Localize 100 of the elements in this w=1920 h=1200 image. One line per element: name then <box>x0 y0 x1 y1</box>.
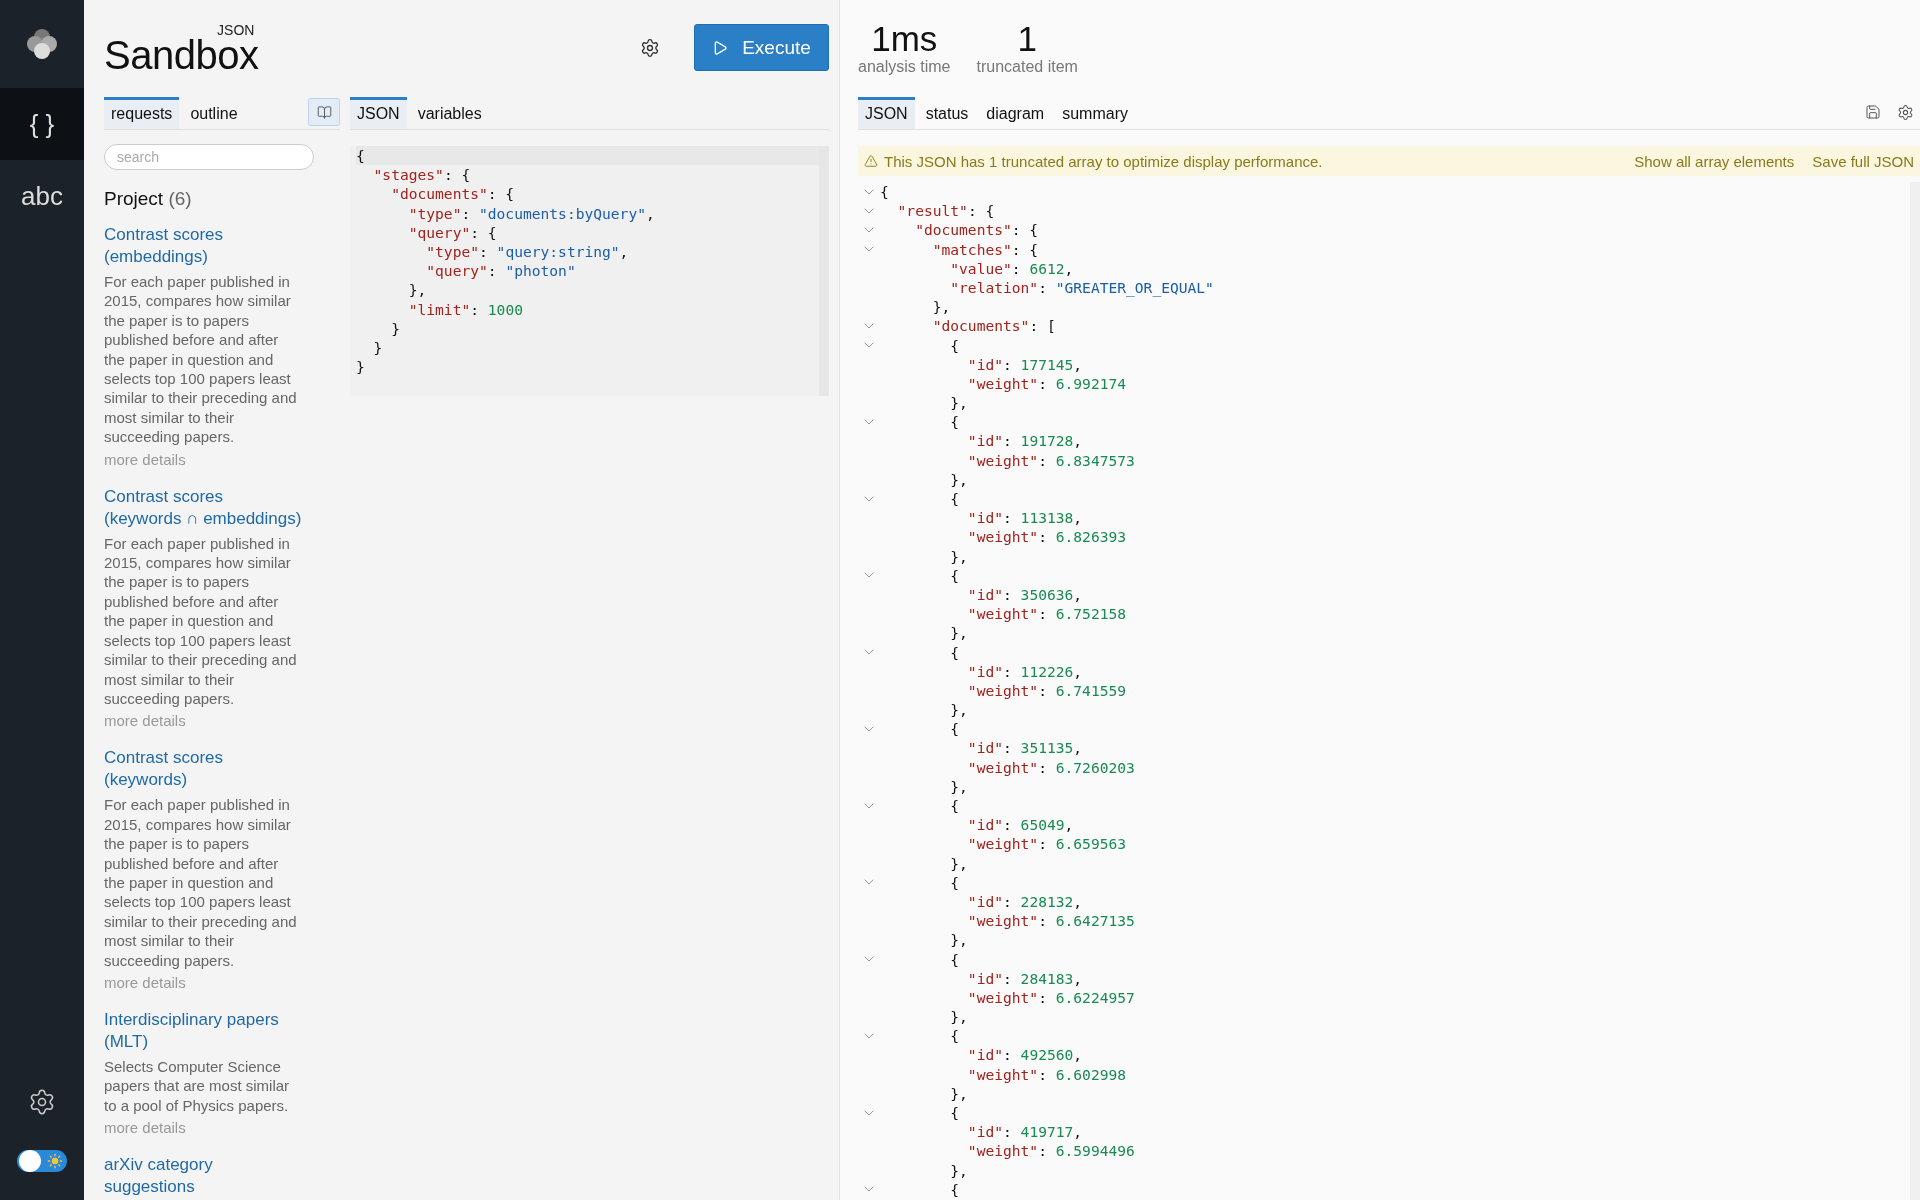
code-line: }, <box>949 930 968 950</box>
code-line: "id": 419717, <box>966 1122 1083 1142</box>
sidebar-tab[interactable]: requests <box>104 97 180 129</box>
code-line: { <box>949 489 960 509</box>
execute-button[interactable]: Execute <box>694 24 829 71</box>
code-line: }, <box>407 280 428 300</box>
logo-superscript: JSON <box>217 22 255 37</box>
code-line: "type": "documents:byQuery", <box>407 203 656 223</box>
code-line: { <box>949 1103 960 1123</box>
request-title-link[interactable]: Interdisciplinary papers (MLT) <box>104 1008 302 1053</box>
code-line: }, <box>949 700 968 720</box>
code-line: "id": 113138, <box>966 508 1083 528</box>
code-line: "weight": 6.6427135 <box>966 911 1135 931</box>
code-line: "weight": 6.752158 <box>966 604 1127 624</box>
play-icon <box>712 39 729 56</box>
code-line: "id": 65049, <box>966 815 1074 835</box>
settings-icon[interactable] <box>1897 104 1914 121</box>
editor-tab[interactable]: JSON <box>350 97 407 129</box>
code-line: { <box>949 719 960 739</box>
project-title: Project <box>104 188 164 209</box>
search-field[interactable]: search <box>104 144 314 170</box>
code-line: }, <box>949 393 968 413</box>
code-line: "type": "query:string", <box>425 242 630 262</box>
code-line: "weight": 6.992174 <box>966 373 1127 394</box>
result-tab[interactable]: diagram <box>979 97 1052 129</box>
settings-icon[interactable] <box>28 1088 56 1116</box>
code-line: "weight": 6.741559 <box>966 680 1127 701</box>
theme-toggle[interactable] <box>17 1150 67 1172</box>
code-line: "value": 6612, <box>949 258 1074 278</box>
code-line: "documents": [ <box>931 316 1056 336</box>
code-line: "id": 492560, <box>966 1045 1083 1065</box>
code-line: "weight": 6.5994496 <box>966 1141 1135 1161</box>
request-title-link[interactable]: Contrast scores (keywords ∩ embeddings) <box>104 485 302 530</box>
sidebar-tab[interactable]: outline <box>183 97 245 129</box>
code-line: "id": 350636, <box>966 584 1083 605</box>
code-line: { <box>880 182 889 202</box>
code-line: }, <box>949 1083 968 1103</box>
code-line: }, <box>949 776 968 796</box>
code-line: }, <box>949 853 968 873</box>
code-line: { <box>949 1026 960 1046</box>
stat-label: truncated item <box>976 57 1078 76</box>
code-line: }, <box>931 297 951 317</box>
request-description: For each paper published in 2015, compares how similar the paper is to papers published before and after the paper in question and selects top 100 papers least similar to their preceding and most similar to their succeeding papers. <box>104 272 298 447</box>
stat-label: analysis time <box>858 57 951 76</box>
code-line: "stages": { <box>372 165 472 185</box>
save-icon[interactable] <box>1865 104 1881 120</box>
code-line: "weight": 6.8347573 <box>966 450 1135 470</box>
code-line: { <box>949 949 960 969</box>
code-line: }, <box>949 469 968 489</box>
code-line: }, <box>949 1007 968 1027</box>
code-line: "query": "photon" <box>425 261 577 281</box>
code-line: "weight": 6.7260203 <box>966 757 1135 777</box>
code-line: "id": 351135, <box>966 738 1083 758</box>
code-editor[interactable]: { "stages": { "documents": { "type": "documents:byQuery", "query": { "type": "query:string", "query": "photon" }, "limit": 1000 } } } <box>350 146 829 397</box>
warning-message: This JSON has 1 truncated array to optimize display performance. <box>884 152 1324 170</box>
code-line: }, <box>949 623 968 643</box>
result-tab[interactable]: JSON <box>858 97 915 129</box>
code-line: { <box>949 796 960 816</box>
book-icon <box>316 104 332 120</box>
result-tab[interactable]: summary <box>1055 97 1135 129</box>
request-title-link[interactable]: Contrast scores (keywords) <box>104 747 302 792</box>
code-line: "query": { <box>407 222 498 242</box>
code-line: "limit": 1000 <box>407 299 524 319</box>
code-line: } <box>390 318 401 339</box>
request-description: For each paper published in 2015, compares how similar the paper is to papers published before and after the paper in question and selects top 100 papers least similar to their preceding and most similar to their succeeding papers. <box>104 533 298 709</box>
code-line: { <box>949 642 960 662</box>
request-title-link[interactable]: Contrast scores (embeddings) <box>104 224 302 268</box>
code-line: "id": 191728, <box>966 431 1083 451</box>
code-line: }, <box>949 546 968 566</box>
banner-action-link[interactable]: Save full JSON <box>1812 152 1914 170</box>
code-line: "id": 177145, <box>966 354 1083 374</box>
book-button[interactable] <box>308 98 340 126</box>
result-tab[interactable]: status <box>918 97 976 129</box>
code-line: }, <box>949 1160 968 1180</box>
rail-item[interactable]: abc <box>0 160 84 232</box>
code-line: "result": { <box>896 201 995 221</box>
code-line: { <box>949 565 960 585</box>
stat-value: 1ms <box>871 19 938 58</box>
code-line: "documents": { <box>390 184 516 204</box>
rail-item[interactable]: { } <box>0 88 84 160</box>
editor-tab[interactable]: variables <box>410 97 489 129</box>
code-line: "weight": 6.659563 <box>966 834 1127 854</box>
banner-action-link[interactable]: Show all array elements <box>1634 152 1795 170</box>
code-line: "id": 228132, <box>966 891 1083 912</box>
code-line: } <box>372 338 384 358</box>
stat-value: 1 <box>1017 19 1037 58</box>
code-line: "weight": 6.602998 <box>966 1064 1127 1084</box>
code-line: "weight": 6.826393 <box>966 527 1127 547</box>
code-line: { <box>949 335 960 355</box>
warning-icon <box>864 154 878 168</box>
code-line: "relation": "GREATER_OR_EQUAL" <box>949 277 1214 298</box>
request-description: For each paper published in 2015, compares how similar the paper is to papers published before and after the paper in question and selects top 100 papers least similar to their preceding and most similar to their succeeding papers. <box>104 795 298 970</box>
code-line: } <box>356 357 366 377</box>
request-title-link[interactable]: arXiv category suggestions <box>104 1154 302 1199</box>
code-line: "weight": 6.6224957 <box>966 987 1135 1008</box>
request-description: Selects Computer Science papers that are most similar to a pool of Physics papers. <box>104 1056 291 1116</box>
sun-icon <box>47 1153 63 1169</box>
code-line: "id": 284183, <box>966 968 1083 988</box>
code-line: { <box>949 872 960 892</box>
code-line: "id": 112226, <box>966 661 1083 681</box>
